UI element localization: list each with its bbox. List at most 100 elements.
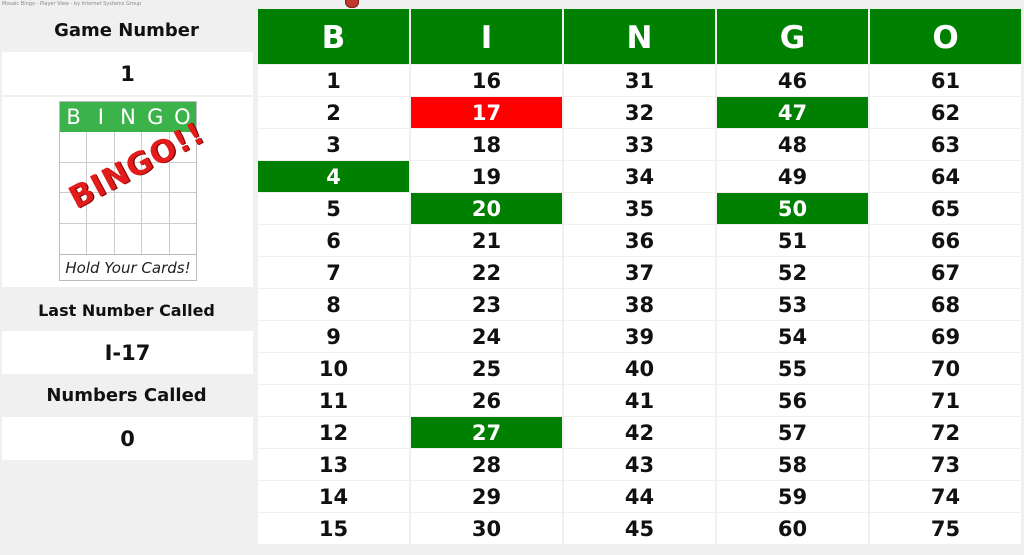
numbers-called-label: Numbers Called bbox=[46, 385, 207, 406]
number-cell: 46 bbox=[717, 65, 868, 96]
number-cell: 51 bbox=[717, 225, 868, 256]
number-cell: 71 bbox=[870, 385, 1021, 416]
number-cell: 33 bbox=[564, 129, 715, 160]
card-letter: N bbox=[120, 105, 136, 129]
column-header-b: B bbox=[258, 9, 409, 64]
number-cell: 68 bbox=[870, 289, 1021, 320]
number-cell: 64 bbox=[870, 161, 1021, 192]
number-cell: 2 bbox=[258, 97, 409, 128]
number-cell: 62 bbox=[870, 97, 1021, 128]
number-cell: 18 bbox=[411, 129, 562, 160]
number-cell: 16 bbox=[411, 65, 562, 96]
column-g: 46 47 48 49 50 51 52 53 54 55 56 57 58 59 60 bbox=[717, 65, 868, 545]
number-cell: 59 bbox=[717, 481, 868, 512]
number-cell: 74 bbox=[870, 481, 1021, 512]
number-cell: 26 bbox=[411, 385, 562, 416]
column-o: 61 62 63 64 65 66 67 68 69 70 71 72 73 74 75 bbox=[870, 65, 1021, 545]
game-number-value: 1 bbox=[2, 52, 253, 95]
number-cell: 6 bbox=[258, 225, 409, 256]
number-cell: 47 bbox=[717, 97, 868, 128]
numbers-called-value: 0 bbox=[2, 417, 253, 460]
number-cell: 41 bbox=[564, 385, 715, 416]
number-cell: 42 bbox=[564, 417, 715, 448]
column-b: 1 2 3 4 5 6 7 8 9 10 11 12 13 14 15 bbox=[258, 65, 409, 545]
board-header: B I N G O bbox=[258, 9, 1023, 64]
number-cell: 43 bbox=[564, 449, 715, 480]
last-number-called-label: Last Number Called bbox=[38, 301, 215, 320]
number-cell: 29 bbox=[411, 481, 562, 512]
number-cell: 11 bbox=[258, 385, 409, 416]
number-cell: 38 bbox=[564, 289, 715, 320]
number-cell: 23 bbox=[411, 289, 562, 320]
number-cell: 8 bbox=[258, 289, 409, 320]
number-cell: 31 bbox=[564, 65, 715, 96]
number-cell: 50 bbox=[717, 193, 868, 224]
column-n: 31 32 33 34 35 36 37 38 39 40 41 42 43 44 45 bbox=[564, 65, 715, 545]
number-cell: 75 bbox=[870, 513, 1021, 544]
number-cell: 14 bbox=[258, 481, 409, 512]
number-cell: 67 bbox=[870, 257, 1021, 288]
number-cell: 3 bbox=[258, 129, 409, 160]
number-cell: 53 bbox=[717, 289, 868, 320]
number-cell: 66 bbox=[870, 225, 1021, 256]
game-number-label: Game Number bbox=[54, 20, 199, 41]
number-cell: 70 bbox=[870, 353, 1021, 384]
number-cell: 32 bbox=[564, 97, 715, 128]
column-header-i: I bbox=[411, 9, 562, 64]
number-cell: 52 bbox=[717, 257, 868, 288]
number-cell: 72 bbox=[870, 417, 1021, 448]
number-cell: 10 bbox=[258, 353, 409, 384]
number-cell: 39 bbox=[564, 321, 715, 352]
number-cell: 7 bbox=[258, 257, 409, 288]
number-cell: 57 bbox=[717, 417, 868, 448]
number-cell: 69 bbox=[870, 321, 1021, 352]
number-cell: 25 bbox=[411, 353, 562, 384]
number-cell: 4 bbox=[258, 161, 409, 192]
column-i: 16 17 18 19 20 21 22 23 24 25 26 27 28 29 30 bbox=[411, 65, 562, 545]
number-cell: 48 bbox=[717, 129, 868, 160]
number-cell: 56 bbox=[717, 385, 868, 416]
number-cell: 73 bbox=[870, 449, 1021, 480]
column-header-n: N bbox=[564, 9, 715, 64]
number-cell: 49 bbox=[717, 161, 868, 192]
number-cell: 30 bbox=[411, 513, 562, 544]
number-cell: 34 bbox=[564, 161, 715, 192]
number-cell: 55 bbox=[717, 353, 868, 384]
number-cell: 54 bbox=[717, 321, 868, 352]
number-cell: 19 bbox=[411, 161, 562, 192]
app-icon bbox=[345, 0, 359, 8]
bingo-board: B I N G O 1 2 3 4 5 6 7 8 9 10 11 12 13 14 15 16 17 18 19 2… bbox=[258, 9, 1024, 555]
number-cell: 63 bbox=[870, 129, 1021, 160]
number-cell: 17 bbox=[411, 97, 562, 128]
number-cell: 21 bbox=[411, 225, 562, 256]
number-cell: 22 bbox=[411, 257, 562, 288]
number-cell: 65 bbox=[870, 193, 1021, 224]
number-cell: 1 bbox=[258, 65, 409, 96]
column-header-o: O bbox=[870, 9, 1021, 64]
number-cell: 13 bbox=[258, 449, 409, 480]
window-title: Mosaic Bingo - Player View - by Internet… bbox=[2, 1, 142, 7]
card-letter: I bbox=[97, 105, 104, 129]
last-number-called-value: I-17 bbox=[2, 331, 253, 374]
bingo-card-image: B I N G O Hold Your Cards! BINGO!! bbox=[2, 97, 253, 287]
number-cell: 36 bbox=[564, 225, 715, 256]
card-letter: B bbox=[66, 105, 81, 129]
card-footer-text: Hold Your Cards! bbox=[60, 254, 196, 281]
title-bar: Mosaic Bingo - Player View - by Internet… bbox=[0, 0, 1024, 9]
number-cell: 12 bbox=[258, 417, 409, 448]
card-letter: G bbox=[147, 105, 164, 129]
number-cell: 45 bbox=[564, 513, 715, 544]
number-cell: 28 bbox=[411, 449, 562, 480]
column-header-g: G bbox=[717, 9, 868, 64]
sidebar: Game Number 1 B I N G O Hold Your Cards!… bbox=[0, 9, 253, 555]
number-cell: 20 bbox=[411, 193, 562, 224]
number-cell: 58 bbox=[717, 449, 868, 480]
number-cell: 15 bbox=[258, 513, 409, 544]
number-cell: 44 bbox=[564, 481, 715, 512]
number-cell: 37 bbox=[564, 257, 715, 288]
number-cell: 61 bbox=[870, 65, 1021, 96]
number-cell: 40 bbox=[564, 353, 715, 384]
number-cell: 35 bbox=[564, 193, 715, 224]
number-cell: 27 bbox=[411, 417, 562, 448]
number-cell: 60 bbox=[717, 513, 868, 544]
